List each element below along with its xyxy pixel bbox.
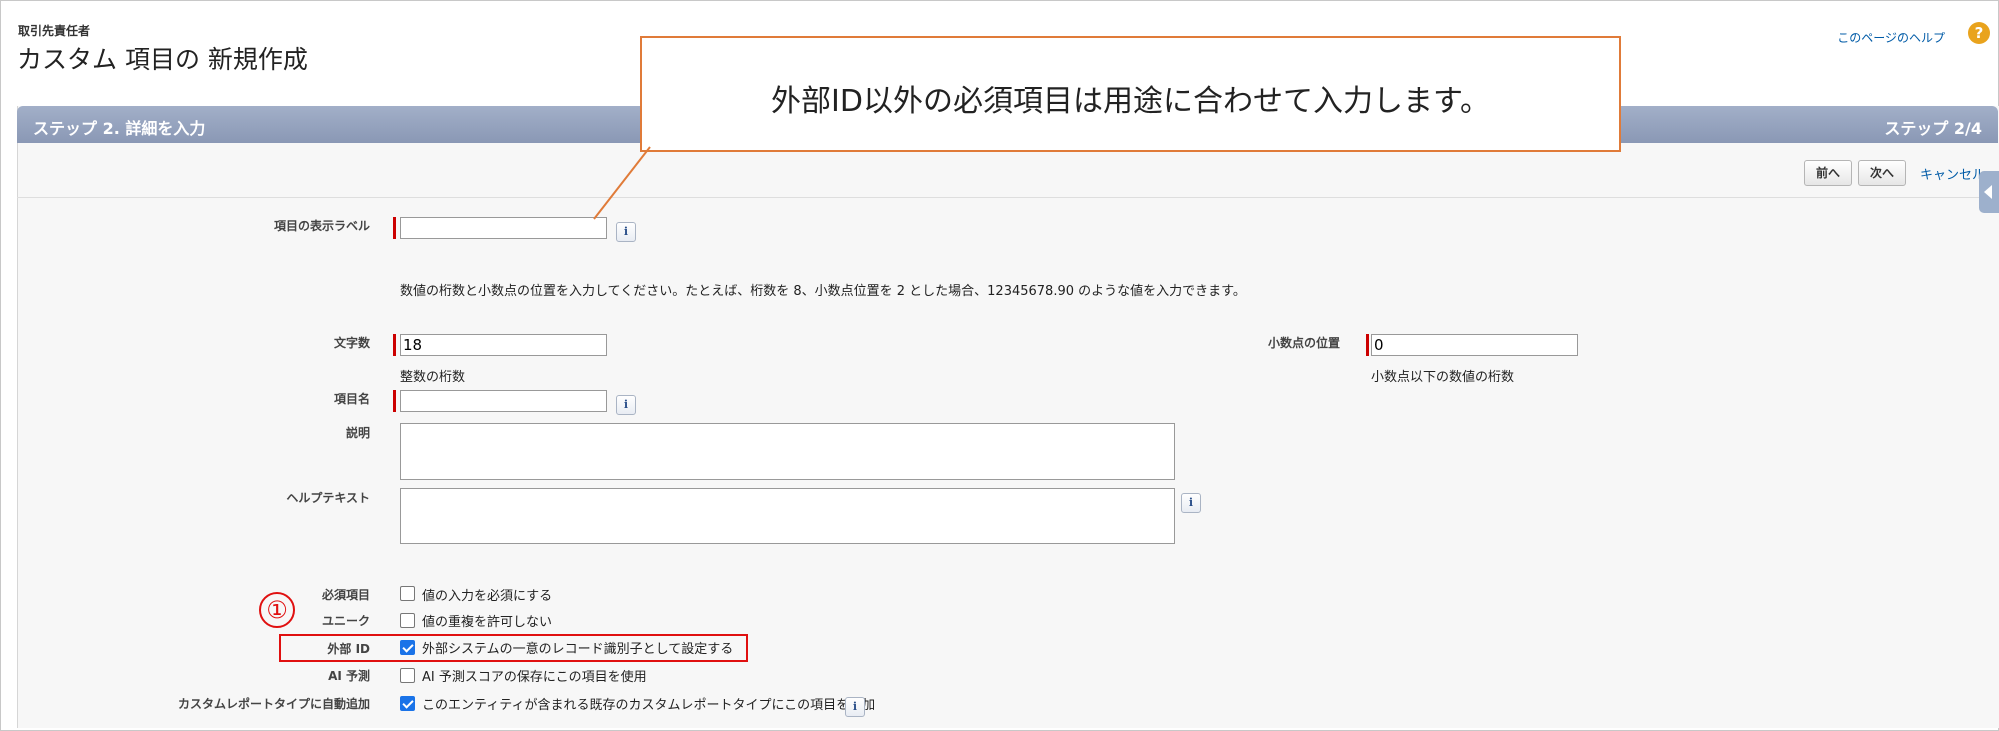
annotation-callout: 外部ID以外の必須項目は用途に合わせて入力します。 [640,36,1621,152]
step-count: ステップ 2/4 [1884,119,1982,138]
info-icon[interactable]: i [1181,493,1201,513]
cancel-link[interactable]: キャンセル [1920,164,1985,183]
decimal-input[interactable]: 0 [1371,334,1578,356]
collapse-sidebar-handle[interactable] [1979,171,1999,213]
field-label-label: 項目の表示ラベル [273,219,370,233]
decimal-hint: 小数点以下の数値の桁数 [1371,370,1515,385]
prev-button[interactable]: 前へ [1804,160,1852,186]
ai-prediction-text: AI 予測スコアの保存にこの項目を使用 [422,670,647,685]
required-indicator [393,217,396,239]
toolbar-divider [17,197,1998,198]
chevron-left-icon [1984,185,1992,199]
instruction-text: 数値の桁数と小数点の位置を入力してください。たとえば、桁数を 8、小数点位置を … [400,284,1246,299]
field-label-input[interactable] [400,217,607,239]
required-indicator [393,334,396,356]
length-input[interactable]: 18 [400,334,607,356]
required-indicator [393,390,396,412]
info-icon[interactable]: i [616,395,636,415]
decimal-label: 小数点の位置 [1267,336,1340,350]
field-name-label: 項目名 [333,392,370,406]
page-title: カスタム 項目の 新規作成 [17,45,308,74]
callout-text: 外部ID以外の必須項目は用途に合わせて入力します。 [771,84,1490,119]
object-label: 取引先責任者 [18,24,91,38]
info-icon[interactable]: i [616,222,636,242]
report-type-label: カスタムレポートタイプに自動追加 [177,697,370,711]
ai-prediction-checkbox[interactable] [400,668,415,683]
required-checkbox[interactable] [400,586,415,601]
field-name-input[interactable] [400,390,607,412]
required-text: 値の入力を必須にする [422,589,553,604]
ai-prediction-label: AI 予測 [328,669,370,683]
report-type-text: このエンティティが含まれる既存のカスタムレポートタイプにこの項目を追加 [422,698,876,713]
description-label: 説明 [345,426,370,440]
next-button[interactable]: 次へ [1858,160,1906,186]
description-textarea[interactable] [400,423,1175,480]
help-icon[interactable]: ? [1968,22,1990,44]
length-label: 文字数 [333,336,370,350]
external-id-highlight [279,634,748,662]
info-icon[interactable]: i [845,697,865,717]
help-text-label: ヘルプテキスト [286,491,370,505]
step-title: ステップ 2. 詳細を入力 [33,119,206,138]
help-text-textarea[interactable] [400,488,1175,544]
report-type-checkbox[interactable] [400,696,415,711]
required-indicator [1366,334,1369,356]
step-marker: ① [259,592,295,628]
length-hint: 整数の桁数 [400,370,466,385]
unique-checkbox[interactable] [400,613,415,628]
unique-text: 値の重複を許可しない [422,615,553,630]
help-link[interactable]: このページのヘルプ [1837,29,1945,46]
